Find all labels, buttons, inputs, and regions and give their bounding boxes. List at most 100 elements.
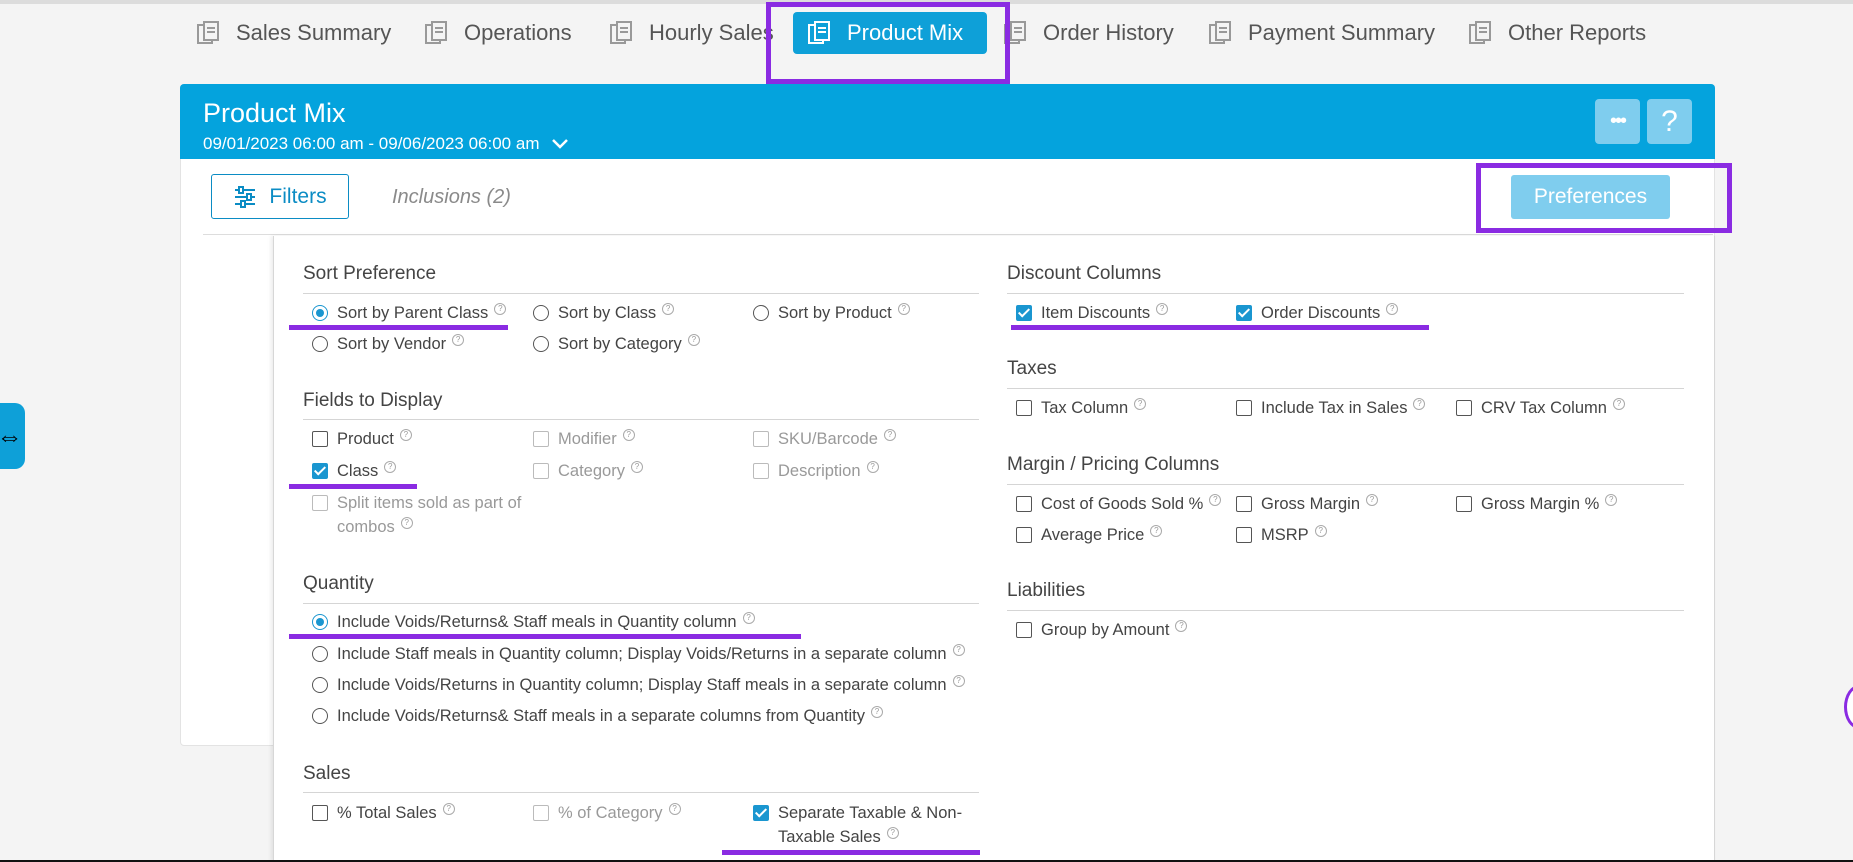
checkbox-msrp[interactable]: MSRP?	[1236, 523, 1327, 547]
checkbox[interactable]	[312, 495, 328, 511]
help-icon[interactable]: ?	[870, 706, 883, 718]
checkbox[interactable]	[1236, 496, 1252, 512]
radio-sort-by-vendor[interactable]: Sort by Vendor?	[312, 332, 465, 356]
help-icon[interactable]: ?	[886, 827, 899, 839]
checkbox-sku-barcode[interactable]: SKU/Barcode?	[753, 427, 896, 451]
checkbox-description[interactable]: Description?	[753, 459, 879, 483]
side-panel-toggle[interactable]: ⇔	[0, 403, 25, 469]
radio-button[interactable]	[312, 614, 328, 630]
checkbox[interactable]	[753, 805, 769, 821]
radio-qty-all-separate[interactable]: Include Voids/Returns& Staff meals in a …	[312, 704, 883, 728]
radio-sort-by-product[interactable]: Sort by Product?	[753, 301, 910, 325]
radio-sort-by-category[interactable]: Sort by Category?	[533, 332, 700, 356]
radio-button[interactable]	[312, 708, 328, 724]
help-icon[interactable]: ?	[1612, 398, 1625, 410]
help-icon[interactable]: ?	[1150, 525, 1163, 537]
radio-button[interactable]	[312, 305, 328, 321]
checkbox-include-tax-in-sales[interactable]: Include Tax in Sales?	[1236, 396, 1426, 420]
checkbox-separate-taxable[interactable]: Separate Taxable & Non- Taxable Sales?	[753, 801, 962, 849]
checkbox[interactable]	[1016, 400, 1032, 416]
help-icon[interactable]: ?	[668, 803, 681, 815]
checkbox[interactable]	[312, 463, 328, 479]
tab-payment-summary[interactable]: Payment Summary	[1208, 14, 1435, 52]
checkbox-category-pct[interactable]: % of Category?	[533, 801, 681, 825]
help-icon[interactable]: ?	[952, 644, 965, 656]
checkbox[interactable]	[753, 463, 769, 479]
checkbox-order-discounts[interactable]: Order Discounts?	[1236, 301, 1399, 325]
radio-button[interactable]	[533, 305, 549, 321]
checkbox-gross-margin-pct[interactable]: Gross Margin %?	[1456, 492, 1618, 516]
checkbox[interactable]	[1236, 305, 1252, 321]
help-icon[interactable]: ?	[742, 612, 755, 624]
help-icon[interactable]: ?	[1156, 303, 1169, 315]
help-icon[interactable]: ?	[1314, 525, 1327, 537]
radio-button[interactable]	[533, 336, 549, 352]
help-icon[interactable]: ?	[1209, 494, 1222, 506]
help-button[interactable]: ?	[1647, 99, 1692, 144]
chat-widget-icon[interactable]	[1844, 685, 1853, 729]
help-icon[interactable]: ?	[442, 803, 455, 815]
help-icon[interactable]: ?	[494, 303, 507, 315]
help-icon[interactable]: ?	[1134, 398, 1147, 410]
help-icon[interactable]: ?	[399, 429, 412, 441]
checkbox[interactable]	[1456, 400, 1472, 416]
checkbox-item-discounts[interactable]: Item Discounts?	[1016, 301, 1169, 325]
filters-button[interactable]: Filters	[211, 174, 349, 219]
checkbox[interactable]	[312, 431, 328, 447]
checkbox[interactable]	[753, 431, 769, 447]
inclusions-link[interactable]: Inclusions (2)	[392, 186, 511, 209]
help-icon[interactable]: ?	[1413, 398, 1426, 410]
checkbox-class[interactable]: Class?	[312, 459, 397, 483]
date-range-selector[interactable]: 09/01/2023 06:00 am - 09/06/2023 06:00 a…	[203, 134, 569, 154]
radio-sort-by-parent-class[interactable]: Sort by Parent Class?	[312, 301, 507, 325]
help-icon[interactable]: ?	[662, 303, 675, 315]
checkbox-average-price[interactable]: Average Price?	[1016, 523, 1163, 547]
checkbox-gross-margin[interactable]: Gross Margin?	[1236, 492, 1379, 516]
tab-operations[interactable]: Operations	[424, 14, 572, 52]
checkbox[interactable]	[312, 805, 328, 821]
checkbox[interactable]	[1016, 496, 1032, 512]
tab-hourly-sales[interactable]: Hourly Sales	[609, 14, 774, 52]
checkbox[interactable]	[1456, 496, 1472, 512]
tab-order-history[interactable]: Order History	[1003, 14, 1174, 52]
help-icon[interactable]: ?	[400, 517, 413, 529]
checkbox[interactable]	[1016, 622, 1032, 638]
help-icon[interactable]: ?	[897, 303, 910, 315]
help-icon[interactable]: ?	[687, 334, 700, 346]
help-icon[interactable]: ?	[384, 461, 397, 473]
checkbox-group-by-amount[interactable]: Group by Amount?	[1016, 618, 1188, 642]
radio-button[interactable]	[312, 646, 328, 662]
help-icon[interactable]: ?	[866, 461, 879, 473]
checkbox-total-sales-pct[interactable]: % Total Sales?	[312, 801, 455, 825]
help-icon[interactable]: ?	[1386, 303, 1399, 315]
checkbox-crv-tax-column[interactable]: CRV Tax Column?	[1456, 396, 1625, 420]
help-icon[interactable]: ?	[1605, 494, 1618, 506]
radio-button[interactable]	[753, 305, 769, 321]
help-icon[interactable]: ?	[452, 334, 465, 346]
help-icon[interactable]: ?	[622, 429, 635, 441]
checkbox-product[interactable]: Product?	[312, 427, 412, 451]
checkbox-tax-column[interactable]: Tax Column?	[1016, 396, 1147, 420]
radio-button[interactable]	[312, 677, 328, 693]
checkbox-cogs-pct[interactable]: Cost of Goods Sold %?	[1016, 492, 1222, 516]
help-icon[interactable]: ?	[883, 429, 896, 441]
checkbox[interactable]	[533, 463, 549, 479]
help-icon[interactable]: ?	[952, 675, 965, 687]
tab-sales-summary[interactable]: Sales Summary	[196, 14, 391, 52]
checkbox[interactable]	[1236, 527, 1252, 543]
help-icon[interactable]: ?	[630, 461, 643, 473]
help-icon[interactable]: ?	[1366, 494, 1379, 506]
checkbox-modifier[interactable]: Modifier?	[533, 427, 635, 451]
checkbox[interactable]	[1016, 305, 1032, 321]
tab-other-reports[interactable]: Other Reports	[1468, 14, 1646, 52]
radio-qty-include-all[interactable]: Include Voids/Returns& Staff meals in Qu…	[312, 610, 755, 634]
radio-qty-staff-in-voids-separate[interactable]: Include Staff meals in Quantity column; …	[312, 642, 965, 666]
checkbox[interactable]	[1236, 400, 1252, 416]
more-options-button[interactable]: •••	[1595, 99, 1640, 144]
checkbox-category[interactable]: Category?	[533, 459, 643, 483]
radio-button[interactable]	[312, 336, 328, 352]
radio-sort-by-class[interactable]: Sort by Class?	[533, 301, 675, 325]
checkbox[interactable]	[533, 805, 549, 821]
checkbox-split-combos[interactable]: Split items sold as part of combos?	[312, 491, 521, 539]
radio-qty-voids-in-staff-separate[interactable]: Include Voids/Returns in Quantity column…	[312, 673, 965, 697]
